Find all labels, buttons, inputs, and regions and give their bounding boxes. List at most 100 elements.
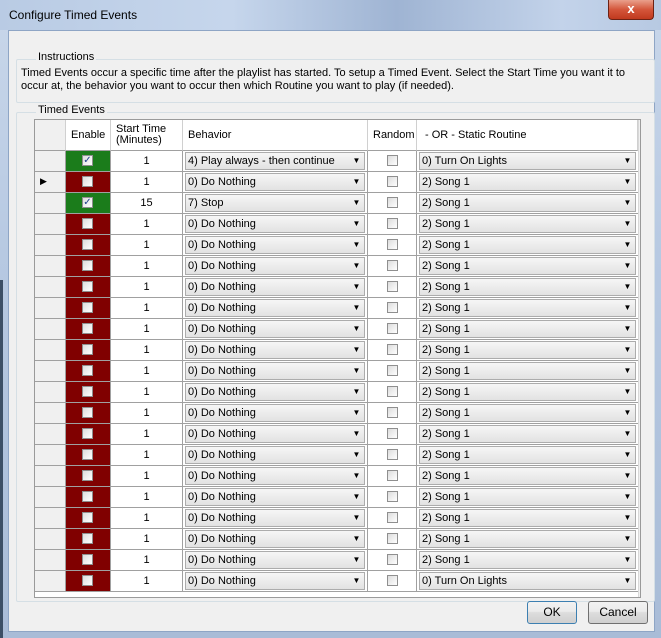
table-row[interactable]: 1 0) Do Nothing ▼ 2) Song 1 ▼ — [35, 235, 640, 256]
row-selector[interactable] — [35, 319, 66, 339]
behavior-dropdown[interactable]: 0) Do Nothing ▼ — [185, 551, 365, 569]
start-time-cell[interactable]: 1 — [111, 235, 183, 255]
row-selector[interactable] — [35, 277, 66, 297]
start-time-cell[interactable]: 1 — [111, 550, 183, 570]
behavior-cell[interactable]: 0) Do Nothing ▼ — [183, 256, 368, 276]
enable-checkbox[interactable] — [82, 470, 93, 481]
routine-cell[interactable]: 2) Song 1 ▼ — [417, 445, 638, 465]
behavior-dropdown[interactable]: 0) Do Nothing ▼ — [185, 446, 365, 464]
enable-checkbox[interactable] — [82, 449, 93, 460]
behavior-dropdown[interactable]: 0) Do Nothing ▼ — [185, 236, 365, 254]
enable-checkbox[interactable] — [82, 344, 93, 355]
routine-dropdown[interactable]: 2) Song 1 ▼ — [419, 278, 636, 296]
routine-cell[interactable]: 2) Song 1 ▼ — [417, 235, 638, 255]
enable-cell[interactable]: ✓ — [66, 151, 111, 171]
routine-dropdown[interactable]: 0) Turn On Lights ▼ — [419, 152, 636, 170]
random-cell[interactable] — [368, 508, 417, 528]
enable-cell[interactable] — [66, 172, 111, 192]
behavior-dropdown[interactable]: 0) Do Nothing ▼ — [185, 467, 365, 485]
routine-dropdown[interactable]: 2) Song 1 ▼ — [419, 446, 636, 464]
behavior-dropdown[interactable]: 0) Do Nothing ▼ — [185, 404, 365, 422]
chevron-down-icon[interactable]: ▼ — [620, 153, 635, 169]
chevron-down-icon[interactable]: ▼ — [349, 363, 364, 379]
row-selector[interactable] — [35, 508, 66, 528]
random-checkbox[interactable] — [387, 386, 398, 397]
vertical-scrollbar[interactable]: ▲ ——— ▼ — [638, 120, 641, 597]
routine-dropdown[interactable]: 2) Song 1 ▼ — [419, 341, 636, 359]
chevron-down-icon[interactable]: ▼ — [620, 405, 635, 421]
chevron-down-icon[interactable]: ▼ — [349, 258, 364, 274]
routine-cell[interactable]: 2) Song 1 ▼ — [417, 172, 638, 192]
table-row[interactable]: ✓ 15 7) Stop ▼ 2) Song 1 ▼ — [35, 193, 640, 214]
behavior-dropdown[interactable]: 0) Do Nothing ▼ — [185, 278, 365, 296]
row-selector[interactable] — [35, 466, 66, 486]
random-checkbox[interactable] — [387, 302, 398, 313]
chevron-down-icon[interactable]: ▼ — [620, 363, 635, 379]
enable-cell[interactable] — [66, 571, 111, 591]
chevron-down-icon[interactable]: ▼ — [620, 468, 635, 484]
random-cell[interactable] — [368, 403, 417, 423]
routine-cell[interactable]: 2) Song 1 ▼ — [417, 550, 638, 570]
behavior-dropdown[interactable]: 0) Do Nothing ▼ — [185, 488, 365, 506]
behavior-dropdown[interactable]: 0) Do Nothing ▼ — [185, 383, 365, 401]
enable-cell[interactable] — [66, 508, 111, 528]
start-time-cell[interactable]: 1 — [111, 214, 183, 234]
behavior-cell[interactable]: 0) Do Nothing ▼ — [183, 508, 368, 528]
behavior-cell[interactable]: 0) Do Nothing ▼ — [183, 445, 368, 465]
chevron-down-icon[interactable]: ▼ — [349, 426, 364, 442]
behavior-cell[interactable]: 0) Do Nothing ▼ — [183, 403, 368, 423]
chevron-down-icon[interactable]: ▼ — [620, 216, 635, 232]
start-time-cell[interactable]: 1 — [111, 487, 183, 507]
random-checkbox[interactable] — [387, 407, 398, 418]
random-checkbox[interactable] — [387, 428, 398, 439]
enable-cell[interactable] — [66, 529, 111, 549]
behavior-cell[interactable]: 0) Do Nothing ▼ — [183, 424, 368, 444]
timed-events-grid[interactable]: Enable Start Time (Minutes) Behavior Ran… — [34, 119, 641, 598]
scroll-thumb[interactable]: ——— — [640, 137, 641, 577]
behavior-cell[interactable]: 0) Do Nothing ▼ — [183, 571, 368, 591]
routine-cell[interactable]: 2) Song 1 ▼ — [417, 487, 638, 507]
start-time-cell[interactable]: 1 — [111, 298, 183, 318]
random-cell[interactable] — [368, 466, 417, 486]
enable-cell[interactable] — [66, 403, 111, 423]
row-selector[interactable] — [35, 571, 66, 591]
chevron-down-icon[interactable]: ▼ — [349, 468, 364, 484]
enable-cell[interactable] — [66, 235, 111, 255]
ok-button[interactable]: OK — [527, 601, 577, 624]
table-row[interactable]: 1 0) Do Nothing ▼ 2) Song 1 ▼ — [35, 508, 640, 529]
start-time-cell[interactable]: 1 — [111, 340, 183, 360]
chevron-down-icon[interactable]: ▼ — [620, 531, 635, 547]
chevron-down-icon[interactable]: ▼ — [349, 174, 364, 190]
enable-cell[interactable] — [66, 424, 111, 444]
behavior-dropdown[interactable]: 0) Do Nothing ▼ — [185, 320, 365, 338]
behavior-dropdown[interactable]: 0) Do Nothing ▼ — [185, 173, 365, 191]
chevron-down-icon[interactable]: ▼ — [620, 300, 635, 316]
behavior-dropdown[interactable]: 0) Do Nothing ▼ — [185, 215, 365, 233]
behavior-cell[interactable]: 0) Do Nothing ▼ — [183, 382, 368, 402]
enable-checkbox[interactable] — [82, 407, 93, 418]
routine-dropdown[interactable]: 2) Song 1 ▼ — [419, 530, 636, 548]
row-selector[interactable] — [35, 424, 66, 444]
random-checkbox[interactable] — [387, 239, 398, 250]
routine-cell[interactable]: 2) Song 1 ▼ — [417, 319, 638, 339]
behavior-dropdown[interactable]: 0) Do Nothing ▼ — [185, 257, 365, 275]
random-cell[interactable] — [368, 214, 417, 234]
start-time-cell[interactable]: 1 — [111, 151, 183, 171]
random-checkbox[interactable] — [387, 281, 398, 292]
random-checkbox[interactable] — [387, 260, 398, 271]
chevron-down-icon[interactable]: ▼ — [349, 216, 364, 232]
behavior-cell[interactable]: 0) Do Nothing ▼ — [183, 529, 368, 549]
chevron-down-icon[interactable]: ▼ — [349, 447, 364, 463]
routine-dropdown[interactable]: 0) Turn On Lights ▼ — [419, 572, 636, 590]
random-cell[interactable] — [368, 571, 417, 591]
column-header-start-time[interactable]: Start Time (Minutes) — [111, 120, 183, 151]
chevron-down-icon[interactable]: ▼ — [349, 153, 364, 169]
routine-cell[interactable]: 2) Song 1 ▼ — [417, 193, 638, 213]
enable-cell[interactable] — [66, 340, 111, 360]
random-checkbox[interactable] — [387, 470, 398, 481]
scroll-up-icon[interactable]: ▲ — [639, 120, 640, 137]
start-time-cell[interactable]: 1 — [111, 571, 183, 591]
row-selector[interactable] — [35, 403, 66, 423]
routine-dropdown[interactable]: 2) Song 1 ▼ — [419, 299, 636, 317]
enable-cell[interactable] — [66, 487, 111, 507]
